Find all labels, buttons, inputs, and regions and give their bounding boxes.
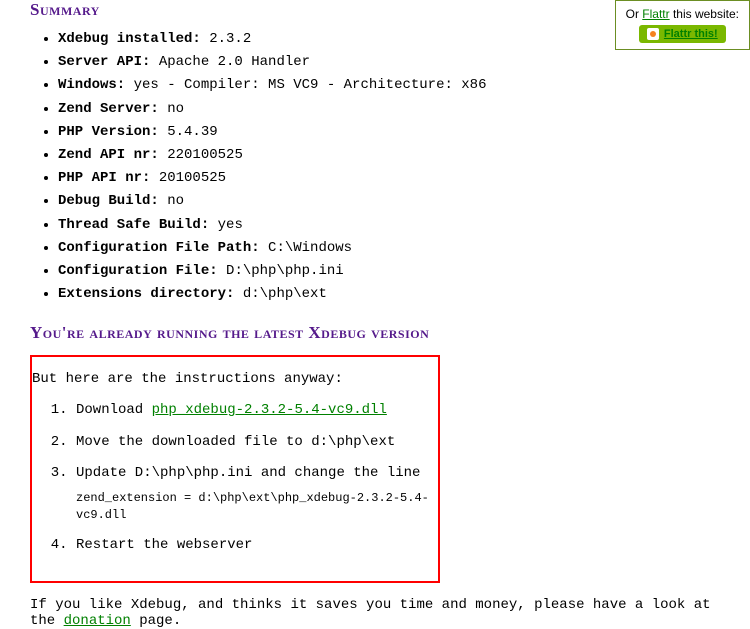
summary-item: Server API: Apache 2.0 Handler: [58, 53, 720, 71]
flattr-text-after: this website:: [670, 7, 739, 21]
flattr-widget: Or Flattr this website: Flattr this!: [615, 0, 750, 50]
summary-item-value: 20100525: [150, 170, 226, 186]
summary-item-value: no: [159, 101, 184, 117]
summary-list: Xdebug installed: 2.3.2 Server API: Apac…: [30, 30, 720, 303]
download-link[interactable]: php_xdebug-2.3.2-5.4-vc9.dll: [152, 402, 387, 418]
summary-item: Windows: yes - Compiler: MS VC9 - Archit…: [58, 76, 720, 94]
summary-item-value: yes - Compiler: MS VC9 - Architecture: x…: [125, 77, 486, 93]
instruction-step: Download php_xdebug-2.3.2-5.4-vc9.dll: [76, 401, 438, 421]
summary-item: Zend API nr: 220100525: [58, 146, 720, 164]
summary-item-label: Extensions directory:: [58, 286, 234, 302]
summary-item: Configuration File Path: C:\Windows: [58, 239, 720, 257]
summary-item-label: Xdebug installed:: [58, 31, 201, 47]
footer-after: page.: [131, 613, 181, 629]
summary-item: Thread Safe Build: yes: [58, 216, 720, 234]
summary-item: PHP Version: 5.4.39: [58, 123, 720, 141]
summary-item: Zend Server: no: [58, 100, 720, 118]
summary-item-label: Server API:: [58, 54, 150, 70]
donation-link[interactable]: donation: [64, 613, 131, 629]
summary-item: Debug Build: no: [58, 192, 720, 210]
summary-item: Extensions directory: d:\php\ext: [58, 285, 720, 303]
summary-item-label: Configuration File:: [58, 263, 218, 279]
summary-item-value: 5.4.39: [159, 124, 218, 140]
flattr-text-before: Or: [626, 7, 643, 21]
instructions-list: Download php_xdebug-2.3.2-5.4-vc9.dll Mo…: [32, 401, 438, 555]
footer-text: If you like Xdebug, and thinks it saves …: [30, 597, 720, 629]
summary-item-value: 220100525: [159, 147, 243, 163]
summary-item: PHP API nr: 20100525: [58, 169, 720, 187]
code-line: zend_extension = d:\php\ext\php_xdebug-2…: [76, 490, 438, 524]
summary-item-label: Debug Build:: [58, 193, 159, 209]
instruction-step: Restart the webserver: [76, 536, 438, 556]
summary-item-value: D:\php\php.ini: [218, 263, 344, 279]
flattr-button-label: Flattr this!: [664, 28, 718, 40]
summary-item-value: Apache 2.0 Handler: [150, 54, 310, 70]
summary-item-value: d:\php\ext: [234, 286, 326, 302]
summary-item-value: no: [159, 193, 184, 209]
instruction-step: Update D:\php\php.ini and change the lin…: [76, 464, 438, 523]
flattr-icon: [647, 28, 659, 40]
summary-item: Configuration File: D:\php\php.ini: [58, 262, 720, 280]
summary-item-value: C:\Windows: [260, 240, 352, 256]
instructions-box: But here are the instructions anyway: Do…: [30, 355, 440, 583]
flattr-text: Or Flattr this website:: [626, 7, 739, 21]
instruction-step: Move the downloaded file to d:\php\ext: [76, 433, 438, 453]
instructions-intro: But here are the instructions anyway:: [32, 371, 438, 387]
step-text: Download: [76, 402, 152, 418]
summary-item-label: Zend API nr:: [58, 147, 159, 163]
running-heading: You're already running the latest Xdebug…: [30, 323, 720, 343]
summary-item-label: Zend Server:: [58, 101, 159, 117]
summary-item-label: PHP Version:: [58, 124, 159, 140]
flattr-button[interactable]: Flattr this!: [639, 25, 726, 43]
summary-item-label: Thread Safe Build:: [58, 217, 209, 233]
summary-item-label: PHP API nr:: [58, 170, 150, 186]
summary-item-label: Windows:: [58, 77, 125, 93]
step-text: Update D:\php\php.ini and change the lin…: [76, 465, 420, 481]
summary-item-label: Configuration File Path:: [58, 240, 260, 256]
flattr-link[interactable]: Flattr: [642, 7, 669, 21]
summary-item-value: yes: [209, 217, 243, 233]
summary-item-value: 2.3.2: [201, 31, 251, 47]
